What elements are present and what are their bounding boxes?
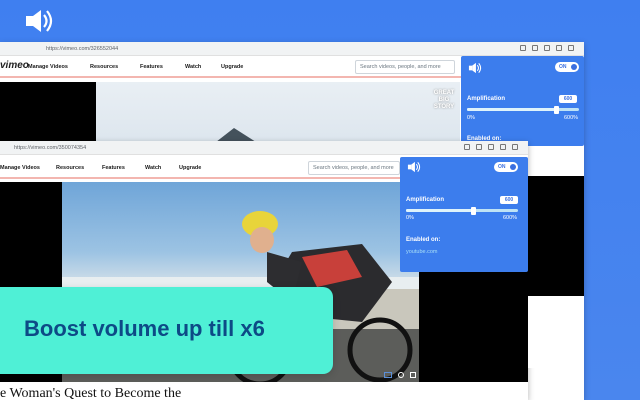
collections-icon[interactable] (500, 144, 506, 150)
video-title: e Woman's Quest to Become the (0, 386, 182, 400)
nav-resources[interactable]: Resources (56, 165, 84, 171)
enabled-on-label: Enabled on: (406, 237, 441, 243)
nav-features[interactable]: Features (102, 165, 125, 171)
page-dark-block (528, 176, 584, 296)
amplification-value[interactable]: 600 (559, 95, 577, 103)
extension-popup-back: ON Amplification 600 0% 600% Enabled on: (461, 56, 584, 146)
address-bar: https://vimeo.com/350074354 (0, 141, 528, 155)
toolbar-icons (464, 144, 518, 150)
power-toggle[interactable]: ON (555, 62, 579, 72)
volume-icon[interactable] (384, 372, 392, 378)
nav-watch[interactable]: Watch (185, 64, 201, 70)
amplification-slider[interactable] (467, 105, 579, 114)
promo-banner: Boost volume up till x6 (0, 287, 333, 374)
toolbar-icons (520, 45, 574, 51)
amplification-value[interactable]: 600 (500, 196, 518, 204)
collections-icon[interactable] (556, 45, 562, 51)
slider-max-label: 600% (564, 115, 579, 121)
video-frame-back[interactable]: GREAT BIG STORY (96, 82, 460, 142)
profile-icon[interactable] (568, 45, 574, 51)
mountain-image (216, 128, 256, 142)
speaker-icon (407, 161, 421, 173)
favorites-icon[interactable] (532, 45, 538, 51)
enabled-site-link[interactable]: youtube.com (406, 249, 438, 255)
nav-manage-videos[interactable]: Manage Videos (28, 64, 68, 70)
profile-icon[interactable] (512, 144, 518, 150)
amplification-slider[interactable] (406, 206, 518, 215)
speaker-logo-icon (22, 6, 56, 36)
search-input[interactable]: Search videos, people, and more (355, 60, 455, 74)
nav-features[interactable]: Features (140, 64, 163, 70)
favorites-icon[interactable] (476, 144, 482, 150)
slider-max-label: 600% (503, 215, 518, 221)
search-input[interactable]: Search videos, people, and more (308, 161, 400, 175)
read-aloud-icon[interactable] (464, 144, 470, 150)
power-toggle[interactable]: ON (494, 162, 518, 172)
nav-manage-videos[interactable]: Manage Videos (0, 165, 40, 171)
url-text[interactable]: https://vimeo.com/350074354 (14, 145, 86, 151)
nav-resources[interactable]: Resources (90, 64, 118, 70)
address-bar: https://vimeo.com/326552044 (0, 42, 584, 56)
slider-min-label: 0% (467, 115, 475, 121)
player-controls (340, 372, 416, 379)
nav-watch[interactable]: Watch (145, 165, 161, 171)
promo-text: Boost volume up till x6 (24, 316, 265, 341)
slider-min-label: 0% (406, 215, 414, 221)
extensions-icon[interactable] (488, 144, 494, 150)
nav-upgrade[interactable]: Upgrade (221, 64, 243, 70)
extensions-icon[interactable] (544, 45, 550, 51)
amplification-label: Amplification (406, 197, 445, 203)
brand-logo[interactable]: vimeo (0, 60, 29, 71)
page-light-block (528, 296, 584, 368)
url-text[interactable]: https://vimeo.com/326552044 (46, 46, 118, 52)
amplification-label: Amplification (467, 96, 506, 102)
extension-popup-front: ON Amplification 600 0% 600% Enabled on:… (400, 157, 528, 272)
nav-upgrade[interactable]: Upgrade (179, 165, 201, 171)
speaker-icon (468, 62, 482, 74)
settings-icon[interactable] (398, 372, 404, 378)
read-aloud-icon[interactable] (520, 45, 526, 51)
great-big-story-logo: GREAT BIG STORY (433, 90, 455, 110)
fullscreen-icon[interactable] (410, 372, 416, 378)
